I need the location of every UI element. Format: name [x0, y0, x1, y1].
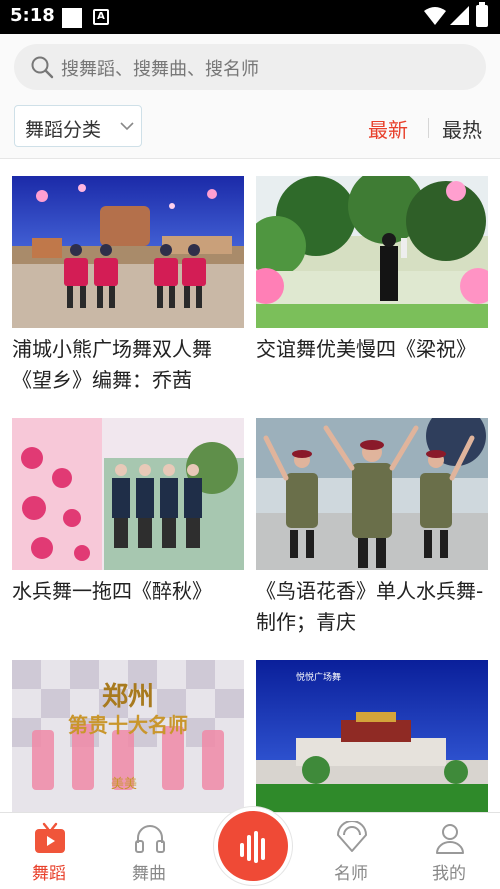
- fan-icon: [337, 821, 367, 852]
- video-title[interactable]: 浦城小熊广场舞双人舞《望乡》编舞：乔茜: [12, 334, 248, 396]
- video-thumbnail[interactable]: [12, 176, 244, 328]
- video-card[interactable]: 浦城小熊广场舞双人舞《望乡》编舞：乔茜: [12, 176, 244, 406]
- nav-dance-label: 舞蹈: [32, 864, 66, 884]
- nav-music-label: 舞曲: [132, 864, 166, 884]
- thumb-main-text: 郑州: [102, 682, 154, 712]
- video-thumbnail[interactable]: 悦悦广场舞: [256, 660, 488, 812]
- signal-icon: [450, 6, 469, 25]
- header: 搜舞蹈、搜舞曲、搜名师 舞蹈分类 最新 最热: [0, 34, 500, 159]
- tv-icon: [35, 822, 65, 853]
- sort-newest-tab[interactable]: 最新: [368, 114, 408, 143]
- status-time: 5:18: [10, 5, 55, 26]
- video-title[interactable]: 《鸟语花香》单人水兵舞-制作；青庆: [256, 576, 492, 638]
- nav-music[interactable]: 舞曲: [104, 813, 194, 889]
- chevron-down-icon: [120, 122, 134, 131]
- headphones-icon: [135, 825, 165, 853]
- bottom-nav: 舞蹈 舞曲 名师 我的: [0, 811, 500, 889]
- nav-teachers-label: 名师: [334, 864, 368, 884]
- sort-hottest-tab[interactable]: 最热: [442, 114, 482, 143]
- category-dropdown[interactable]: 舞蹈分类: [14, 105, 142, 147]
- wifi-icon: [424, 7, 446, 25]
- video-thumbnail[interactable]: [256, 176, 488, 328]
- search-placeholder: 搜舞蹈、搜舞曲、搜名师: [61, 59, 259, 80]
- sound-bars-icon: [240, 831, 265, 863]
- nav-mine-label: 我的: [432, 864, 466, 884]
- video-card[interactable]: 郑州 第贵十大名师 美美: [12, 660, 244, 812]
- thumb-sub-text: 第贵十大名师: [68, 713, 188, 737]
- search-input[interactable]: 搜舞蹈、搜舞曲、搜名师: [14, 44, 486, 90]
- thumb-small-text: 悦悦广场舞: [296, 671, 341, 683]
- search-icon: [31, 56, 54, 79]
- notification-square-icon: [62, 8, 82, 28]
- nav-mine[interactable]: 我的: [404, 813, 494, 889]
- video-card[interactable]: 《鸟语花香》单人水兵舞-制作；青庆: [256, 418, 488, 648]
- battery-icon: [476, 2, 488, 27]
- status-bar: 5:18 A: [0, 0, 500, 34]
- video-title[interactable]: 水兵舞一拖四《醉秋》: [12, 576, 248, 607]
- thumb-small-text: 美美: [111, 777, 137, 792]
- video-thumbnail[interactable]: [256, 418, 488, 570]
- nav-teachers[interactable]: 名师: [306, 813, 396, 889]
- nav-dance[interactable]: 舞蹈: [4, 813, 94, 889]
- video-thumbnail[interactable]: [12, 418, 244, 570]
- video-card[interactable]: 悦悦广场舞: [256, 660, 488, 812]
- video-card[interactable]: 交谊舞优美慢四《梁祝》: [256, 176, 488, 406]
- video-card[interactable]: 水兵舞一拖四《醉秋》: [12, 418, 244, 648]
- notification-a-icon: A: [93, 9, 109, 25]
- video-title[interactable]: 交谊舞优美慢四《梁祝》: [256, 334, 492, 365]
- video-thumbnail[interactable]: 郑州 第贵十大名师 美美: [12, 660, 244, 812]
- center-play-button[interactable]: [218, 811, 288, 881]
- category-label: 舞蹈分类: [25, 119, 102, 141]
- person-icon: [436, 824, 464, 854]
- sort-divider: [428, 118, 429, 138]
